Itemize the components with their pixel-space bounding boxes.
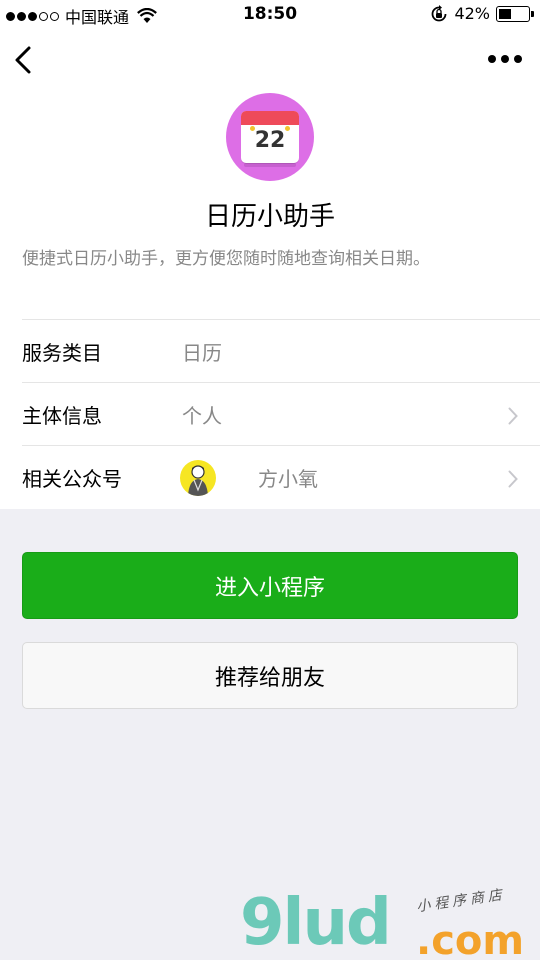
app-logo: 22 <box>226 93 314 181</box>
chevron-right-icon <box>508 470 518 488</box>
entity-info-row[interactable]: 主体信息 个人 <box>22 382 540 445</box>
battery-icon <box>496 5 534 22</box>
entity-info-label: 主体信息 <box>22 403 102 428</box>
service-category-row: 服务类目 日历 <box>22 319 540 382</box>
service-category-value: 日历 <box>182 340 222 365</box>
watermark-tagline: 小程序商店 <box>415 886 507 916</box>
official-account-label: 相关公众号 <box>22 466 122 491</box>
watermark-main-text: 9lud <box>240 886 392 960</box>
official-account-avatar <box>180 460 216 496</box>
watermark-domain: .com <box>416 918 525 960</box>
official-account-row[interactable]: 相关公众号 方小氧 <box>22 445 540 508</box>
enter-miniprogram-button[interactable]: 进入小程序 <box>22 552 518 619</box>
watermark-logo: 9lud 小程序商店 .com <box>240 880 540 960</box>
calendar-icon: 22 <box>241 111 299 163</box>
calendar-shadow <box>244 163 296 167</box>
status-bar: 中国联通 18:50 42% <box>0 0 540 30</box>
entity-info-value: 个人 <box>182 403 222 428</box>
battery-percentage: 42% <box>454 4 490 23</box>
service-category-label: 服务类目 <box>22 340 102 365</box>
avatar-figure-icon <box>188 465 208 496</box>
status-right: 42% <box>430 4 534 23</box>
battery-level <box>499 8 511 19</box>
rotation-lock-icon <box>432 4 447 21</box>
app-name: 日历小助手 <box>204 202 335 232</box>
app-description: 便捷式日历小助手，更方便您随时随地查询相关日期。 <box>22 249 430 269</box>
more-options-icon[interactable] <box>488 54 522 64</box>
calendar-day-number: 22 <box>254 128 286 153</box>
back-arrow-icon[interactable] <box>12 44 36 76</box>
recommend-to-friend-button[interactable]: 推荐给朋友 <box>22 642 518 709</box>
official-account-name: 方小氧 <box>258 466 318 491</box>
chevron-right-icon <box>508 407 518 425</box>
info-list: 服务类目 日历 主体信息 个人 相关公众号 方小氧 <box>22 319 540 508</box>
